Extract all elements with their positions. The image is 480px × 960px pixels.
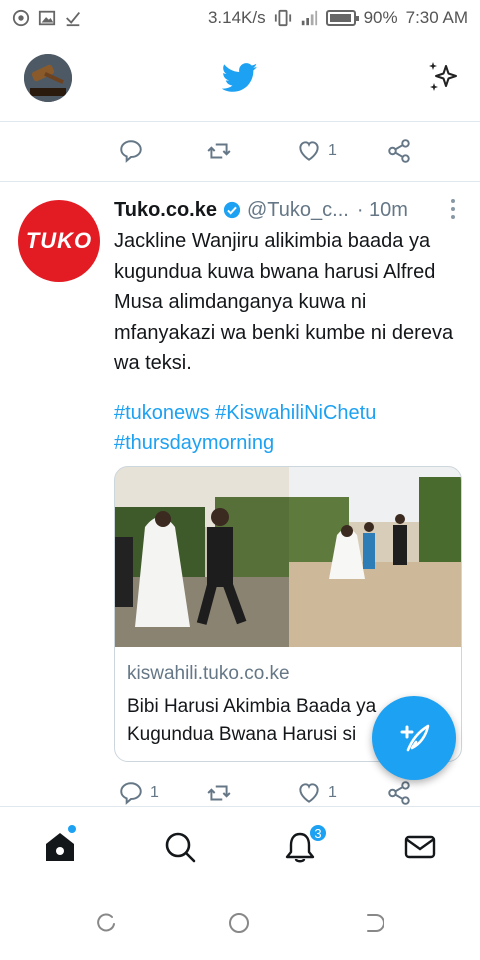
retweet-icon [207, 785, 231, 801]
vibrate-icon [274, 9, 291, 27]
tuko-logo: TUKO [25, 228, 93, 253]
reply-icon [120, 140, 142, 163]
tweet-hashtags[interactable]: #tukonews #KiswahiliNiChetu #thursdaymor… [114, 398, 464, 458]
heart-icon [299, 783, 319, 803]
share-button[interactable] [386, 780, 412, 806]
like-count: 1 [328, 784, 337, 801]
app-header [0, 36, 480, 122]
chrome-icon [12, 9, 30, 27]
network-speed: 3.14K/s [207, 8, 266, 27]
card-domain: kiswahili.tuko.co.ke [127, 663, 290, 684]
battery-percent: 90% [363, 8, 398, 27]
battery-icon [325, 10, 359, 26]
tweet-text: Jackline Wanjiru alikimbia baada ya kugu… [114, 230, 454, 374]
profile-avatar[interactable] [24, 54, 72, 102]
card-photo-right [289, 467, 461, 647]
tweet-time: · 10m [356, 198, 408, 221]
card-image [115, 467, 461, 647]
notifications-badge: 3 [308, 823, 328, 843]
image-icon [38, 10, 56, 26]
author-name[interactable]: Tuko.co.ke [114, 199, 217, 222]
reply-button[interactable]: 1 [118, 780, 159, 806]
reply-icon [120, 782, 142, 805]
recent-apps-icon[interactable] [96, 912, 118, 934]
reply-count: 1 [150, 784, 159, 801]
like-button[interactable]: 1 [296, 780, 337, 806]
compose-tweet-button[interactable] [372, 696, 456, 780]
system-navigation-bar [0, 886, 480, 960]
card-photo-left [115, 467, 289, 647]
search-icon[interactable] [162, 829, 198, 865]
more-options-icon[interactable] [448, 196, 458, 222]
tweet-header: Tuko.co.ke @Tuko_c... · 10m [114, 196, 464, 224]
share-icon [388, 781, 410, 805]
back-icon[interactable] [362, 912, 384, 934]
author-handle[interactable]: @Tuko_c... [247, 199, 349, 222]
download-done-icon [66, 12, 80, 27]
home-circle-icon[interactable] [228, 912, 250, 934]
sparkle-icon[interactable] [424, 58, 460, 94]
tweet-avatar[interactable]: TUKO [18, 200, 100, 282]
tweet-divider [0, 181, 480, 182]
retweet-icon [207, 143, 231, 159]
compose-feather-icon [400, 724, 430, 752]
reply-button[interactable] [118, 138, 150, 164]
home-icon[interactable] [42, 829, 78, 865]
like-count: 1 [328, 142, 337, 159]
heart-icon [299, 141, 319, 161]
verified-badge-icon [223, 201, 241, 219]
signal-icon [301, 10, 317, 26]
clock: 7:30 AM [405, 8, 468, 27]
retweet-button[interactable] [206, 780, 238, 806]
retweet-button[interactable] [206, 138, 238, 164]
share-button[interactable] [386, 138, 412, 164]
share-icon [388, 139, 410, 163]
messages-envelope-icon[interactable] [402, 829, 438, 865]
like-button[interactable]: 1 [296, 138, 337, 164]
bottom-navigation: 3 [0, 806, 480, 886]
twitter-bird-icon [222, 63, 258, 92]
status-bar: 3.14K/s 90% 7:30 AM [0, 0, 480, 36]
home-unread-dot [68, 825, 76, 833]
gavel-icon [24, 54, 72, 102]
